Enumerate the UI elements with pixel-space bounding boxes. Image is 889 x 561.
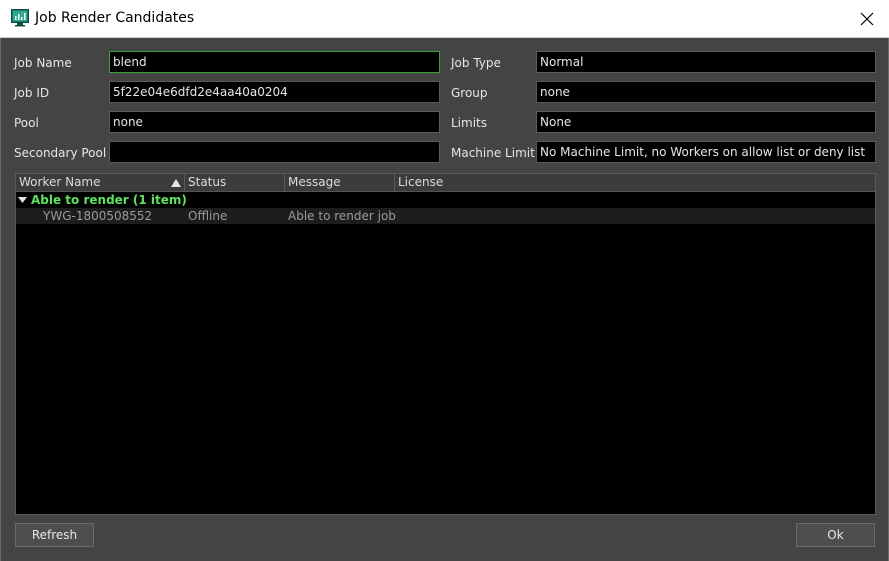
- group-row-able-to-render[interactable]: Able to render (1 item): [16, 192, 875, 208]
- cell-worker-name: YWG-1800508552: [43, 209, 153, 223]
- group-field[interactable]: none: [536, 81, 876, 103]
- worker-table[interactable]: Worker Name Status Message License Able …: [15, 173, 876, 515]
- column-header-message[interactable]: Message: [285, 174, 395, 192]
- job-id-field[interactable]: 5f22e04e6dfd2e4aa40a0204: [109, 81, 440, 103]
- window-title: Job Render Candidates: [35, 10, 195, 26]
- job-id-label: Job ID: [14, 86, 50, 100]
- limits-label: Limits: [451, 116, 487, 130]
- dialog-body: Job Name blend Job ID 5f22e04e6dfd2e4aa4…: [0, 38, 889, 561]
- column-header-status[interactable]: Status: [185, 174, 285, 192]
- title-bar: Job Render Candidates: [0, 0, 889, 38]
- table-header: Worker Name Status Message License: [16, 174, 875, 192]
- pool-field[interactable]: none: [109, 111, 440, 133]
- limits-field[interactable]: None: [536, 111, 876, 133]
- job-name-field[interactable]: blend: [109, 51, 440, 73]
- pool-label: Pool: [14, 116, 39, 130]
- job-type-label: Job Type: [451, 56, 501, 70]
- close-icon: [860, 12, 874, 26]
- job-name-label: Job Name: [14, 56, 72, 70]
- job-type-field[interactable]: Normal: [536, 51, 876, 73]
- close-button[interactable]: [850, 6, 884, 32]
- machine-limit-label: Machine Limit: [451, 146, 535, 160]
- group-label: Able to render (1 item): [31, 193, 187, 207]
- refresh-button[interactable]: Refresh: [15, 523, 94, 547]
- column-header-worker-name[interactable]: Worker Name: [16, 174, 185, 192]
- machine-limit-field[interactable]: No Machine Limit, no Workers on allow li…: [536, 141, 876, 163]
- table-row[interactable]: YWG-1800508552 Offline Able to render jo…: [16, 208, 875, 224]
- ok-button[interactable]: Ok: [796, 523, 875, 547]
- group-label: Group: [451, 86, 488, 100]
- cell-message: Able to render job: [288, 209, 396, 223]
- column-header-license[interactable]: License: [395, 174, 875, 192]
- expand-arrow-icon[interactable]: [18, 197, 27, 203]
- secondary-pool-label: Secondary Pool: [14, 146, 107, 160]
- secondary-pool-field[interactable]: [109, 141, 440, 163]
- monitor-chart-icon: [11, 9, 29, 27]
- sort-ascending-icon: [171, 179, 181, 187]
- cell-status: Offline: [188, 209, 228, 223]
